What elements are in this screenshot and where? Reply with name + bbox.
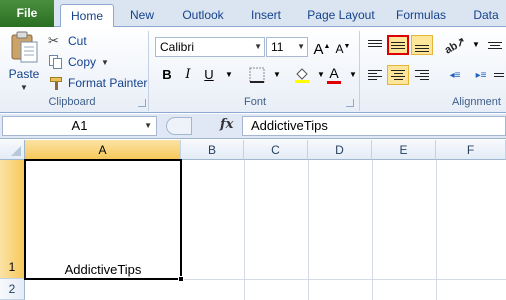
select-all-button[interactable]	[0, 140, 25, 160]
tab-file[interactable]: File	[0, 0, 54, 27]
column-header-f[interactable]: F	[436, 140, 506, 160]
font-color-label: A	[329, 65, 339, 81]
name-box[interactable]: A1 ▼	[2, 116, 157, 136]
chevron-down-icon: ▼	[254, 42, 262, 51]
copy-label: Copy	[68, 55, 97, 69]
column-header-b[interactable]: B	[181, 140, 244, 160]
decrease-indent-button[interactable]: ◂≡	[444, 65, 466, 85]
font-family-select[interactable]: Calibri ▼	[155, 37, 265, 57]
column-header-a[interactable]: A	[25, 140, 181, 160]
worksheet-grid: A B C D E F 1 2 AddictiveTips	[0, 140, 506, 300]
decrease-indent-icon: ◂≡	[449, 69, 461, 81]
cut-label: Cut	[68, 34, 87, 48]
cell-a1[interactable]: AddictiveTips	[24, 159, 184, 282]
ribbon: Paste ▼ ✂ Cut Copy ▼ Format Painter Clip…	[0, 27, 506, 113]
tab-new[interactable]: New	[120, 4, 164, 27]
alignment-group-label: Alignment	[452, 96, 501, 108]
middle-align-button[interactable]	[387, 35, 409, 55]
borders-button[interactable]	[247, 65, 267, 85]
paint-bucket-icon	[295, 68, 309, 83]
shrink-font-button[interactable]: A▼	[333, 37, 353, 57]
group-divider	[148, 31, 149, 111]
row-header-2[interactable]: 2	[0, 279, 25, 300]
column-header-c[interactable]: C	[244, 140, 308, 160]
tab-home[interactable]: Home	[60, 4, 114, 28]
tab-data[interactable]: Data	[466, 4, 506, 27]
font-size-value: 11	[271, 40, 284, 54]
cell-a1-value: AddictiveTips	[64, 262, 142, 277]
paste-label: Paste	[8, 67, 40, 81]
chevron-down-icon[interactable]: ▼	[466, 35, 486, 55]
column-header-d[interactable]: D	[308, 140, 372, 160]
copy-icon	[48, 54, 64, 70]
increase-indent-button[interactable]: ▸≡	[470, 65, 492, 85]
chevron-down-icon[interactable]: ▼	[219, 65, 239, 85]
paste-button[interactable]: Paste ▼	[4, 31, 44, 95]
font-size-select[interactable]: 11 ▼	[266, 37, 308, 57]
cut-button[interactable]: ✂ Cut	[48, 31, 87, 51]
underline-button[interactable]: U	[199, 65, 219, 85]
grow-font-button[interactable]: A▲	[312, 37, 332, 58]
chevron-down-icon[interactable]: ▼	[267, 65, 287, 85]
fill-color-button[interactable]	[292, 65, 312, 85]
tab-outlook[interactable]: Outlook	[172, 4, 234, 27]
font-dialog-launcher-icon[interactable]	[346, 99, 354, 107]
italic-button[interactable]: I	[178, 65, 198, 85]
wrap-text-button[interactable]	[484, 35, 506, 55]
align-right-button[interactable]	[411, 65, 433, 85]
column-header-e[interactable]: E	[372, 140, 436, 160]
orientation-button[interactable]: ab↗	[442, 34, 468, 57]
tab-insert[interactable]: Insert	[240, 4, 292, 27]
group-divider	[359, 31, 360, 111]
formula-bar: A1 ▼ fx AddictiveTips	[0, 114, 506, 139]
top-align-button[interactable]	[364, 35, 386, 55]
shrink-font-label: A	[335, 42, 344, 56]
clipboard-group-label: Clipboard	[48, 96, 96, 108]
chevron-down-icon[interactable]: ▼	[343, 65, 363, 85]
chevron-down-icon: ▼	[297, 42, 305, 51]
tab-page-layout[interactable]: Page Layout	[300, 4, 382, 27]
font-family-value: Calibri	[160, 40, 195, 54]
fill-handle[interactable]	[178, 276, 184, 282]
formula-input[interactable]: AddictiveTips	[242, 116, 506, 136]
copy-button[interactable]: Copy ▼	[48, 52, 109, 72]
increase-indent-icon: ▸≡	[475, 69, 487, 81]
name-box-value: A1	[71, 118, 88, 133]
bold-button[interactable]: B	[157, 65, 177, 85]
insert-function-button[interactable]: fx	[220, 117, 233, 132]
align-left-button[interactable]	[364, 65, 386, 85]
clipboard-dialog-launcher-icon[interactable]	[138, 99, 146, 107]
border-icon	[249, 67, 265, 83]
paintbrush-icon	[48, 75, 64, 91]
bottom-align-button[interactable]	[411, 35, 433, 55]
merge-center-button[interactable]	[492, 65, 506, 85]
format-painter-button[interactable]: Format Painter	[48, 73, 147, 93]
grow-font-label: A	[313, 41, 324, 58]
tab-formulas[interactable]: Formulas	[390, 4, 452, 27]
row-header-1[interactable]: 1	[0, 160, 25, 279]
text-orientation-icon: ab↗	[442, 34, 468, 57]
font-group-label: Font	[243, 96, 266, 108]
formula-bar-splitter-handle[interactable]	[166, 117, 192, 135]
chevron-down-icon: ▼	[101, 57, 109, 67]
chevron-down-icon: ▼	[20, 83, 28, 92]
scissors-icon: ✂	[48, 33, 59, 48]
ribbon-tab-bar: File Home New Outlook Insert Page Layout…	[0, 0, 506, 28]
align-center-button[interactable]	[387, 65, 409, 85]
paste-icon	[11, 31, 38, 63]
format-painter-label: Format Painter	[68, 76, 148, 90]
font-color-button[interactable]: A	[324, 63, 344, 84]
chevron-down-icon: ▼	[144, 121, 152, 130]
